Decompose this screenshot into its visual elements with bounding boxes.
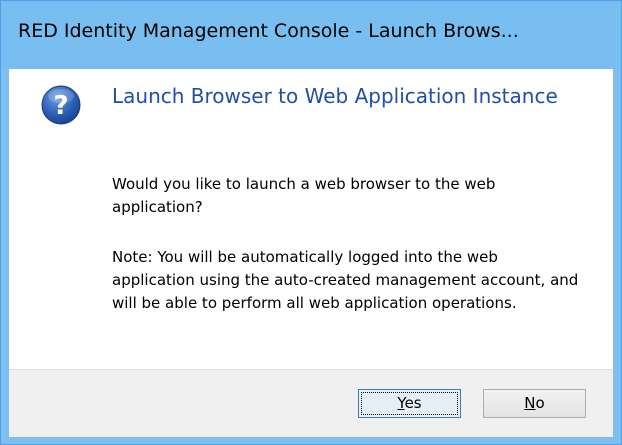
no-label-rest: o	[535, 394, 545, 412]
dialog-content: ? Launch Browser to Web Application Inst…	[9, 69, 613, 369]
svg-text:?: ?	[53, 91, 68, 121]
question-icon: ?	[41, 85, 81, 125]
window-title: RED Identity Management Console - Launch…	[18, 20, 519, 42]
dialog-question: Would you like to launch a web browser t…	[112, 175, 496, 216]
dialog-note: Note: You will be automatically logged i…	[112, 248, 579, 312]
title-bar[interactable]: RED Identity Management Console - Launch…	[1, 1, 621, 69]
dialog-heading: Launch Browser to Web Application Instan…	[112, 84, 558, 108]
dialog-client-area: ? Launch Browser to Web Application Inst…	[9, 69, 613, 437]
yes-button[interactable]: Yes	[358, 389, 461, 418]
no-mnemonic: N	[524, 394, 536, 412]
focus-rectangle	[361, 392, 458, 415]
yes-mnemonic: Y	[397, 394, 405, 412]
no-button[interactable]: No	[483, 389, 586, 418]
button-bar: Yes No	[9, 369, 613, 437]
dialog-window: RED Identity Management Console - Launch…	[0, 0, 622, 445]
